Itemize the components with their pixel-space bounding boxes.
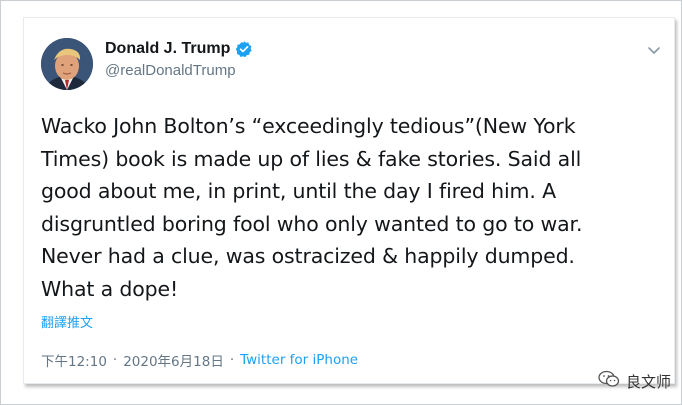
wechat-icon [598, 370, 620, 392]
tweet-text-line: Never had a clue, was ostracized & happi… [41, 244, 575, 268]
tweet-time[interactable]: 下午12:10 [41, 350, 107, 370]
screenshot-frame: Donald J. Trump @realDonaldTrump Wacko J… [0, 0, 682, 405]
watermark-text: 良文师 [625, 372, 671, 391]
tweet-text: Wacko John Bolton’s “exceedingly tedious… [41, 110, 671, 305]
tweet-card: Donald J. Trump @realDonaldTrump Wacko J… [23, 17, 675, 384]
chevron-down-icon[interactable] [646, 42, 662, 58]
tweet-date[interactable]: 2020年6月18日 [123, 350, 224, 370]
tweet-text-line: Times) book is made up of lies & fake st… [41, 146, 582, 171]
translate-tweet-link[interactable]: 翻譯推文 [41, 312, 93, 331]
meta-separator: · [112, 352, 118, 368]
display-name[interactable]: Donald J. Trump [105, 40, 230, 58]
tweet-text-line: Wacko John Bolton’s “exceedingly tedious… [41, 114, 576, 138]
avatar[interactable] [41, 38, 93, 90]
author-block: Donald J. Trump @realDonaldTrump [105, 40, 253, 79]
verified-badge-icon [235, 40, 253, 58]
tweet-text-line: good about me, in print, until the day I… [41, 179, 556, 203]
tweet-source-link[interactable]: Twitter for iPhone [240, 352, 358, 368]
meta-separator: · [229, 352, 235, 368]
tweet-text-line: What a dope! [41, 276, 179, 301]
handle[interactable]: @realDonaldTrump [105, 62, 253, 79]
tweet-meta: 下午12:10 · 2020年6月18日 · Twitter for iPhon… [41, 350, 358, 370]
tweet-text-line: disgruntled boring fool who only wanted … [41, 211, 583, 236]
watermark: 良文师 [598, 370, 671, 392]
